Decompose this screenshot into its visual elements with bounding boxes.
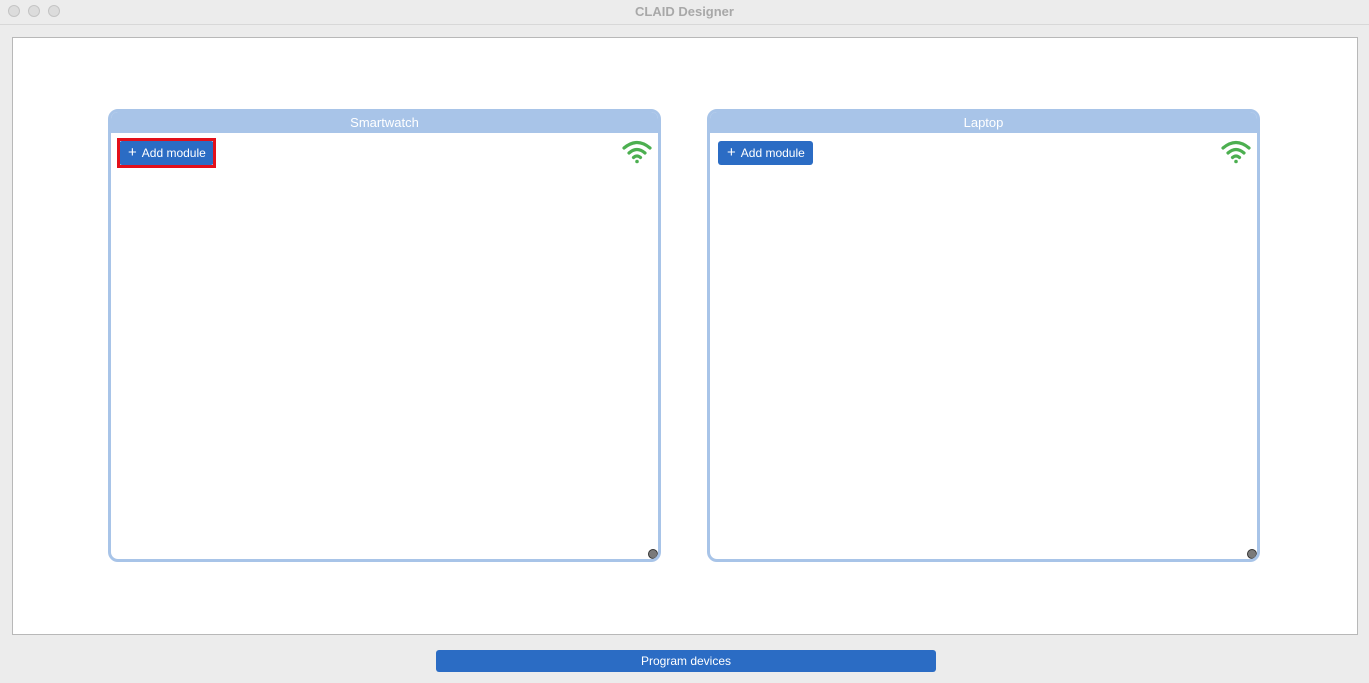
plus-icon: + (727, 144, 736, 161)
device-header[interactable]: Smartwatch (111, 112, 658, 133)
resize-handle[interactable] (648, 549, 658, 559)
app-window: CLAID Designer Smartwatch + Add module L… (0, 0, 1369, 683)
device-header[interactable]: Laptop (710, 112, 1257, 133)
wifi-icon (622, 140, 652, 164)
add-module-label: Add module (141, 146, 206, 160)
plus-icon: + (128, 144, 137, 161)
wifi-icon (1221, 140, 1251, 164)
title-bar[interactable]: CLAID Designer (0, 0, 1369, 25)
resize-handle[interactable] (1247, 549, 1257, 559)
design-canvas[interactable]: Smartwatch + Add module Laptop + Add mod… (12, 37, 1358, 635)
add-module-label: Add module (740, 146, 805, 160)
add-module-button[interactable]: + Add module (718, 141, 813, 165)
device-panel-laptop[interactable]: Laptop + Add module (707, 109, 1260, 562)
program-devices-button[interactable]: Program devices (436, 650, 936, 672)
add-module-button[interactable]: + Add module (119, 141, 214, 165)
device-panel-smartwatch[interactable]: Smartwatch + Add module (108, 109, 661, 562)
window-title: CLAID Designer (635, 4, 734, 19)
